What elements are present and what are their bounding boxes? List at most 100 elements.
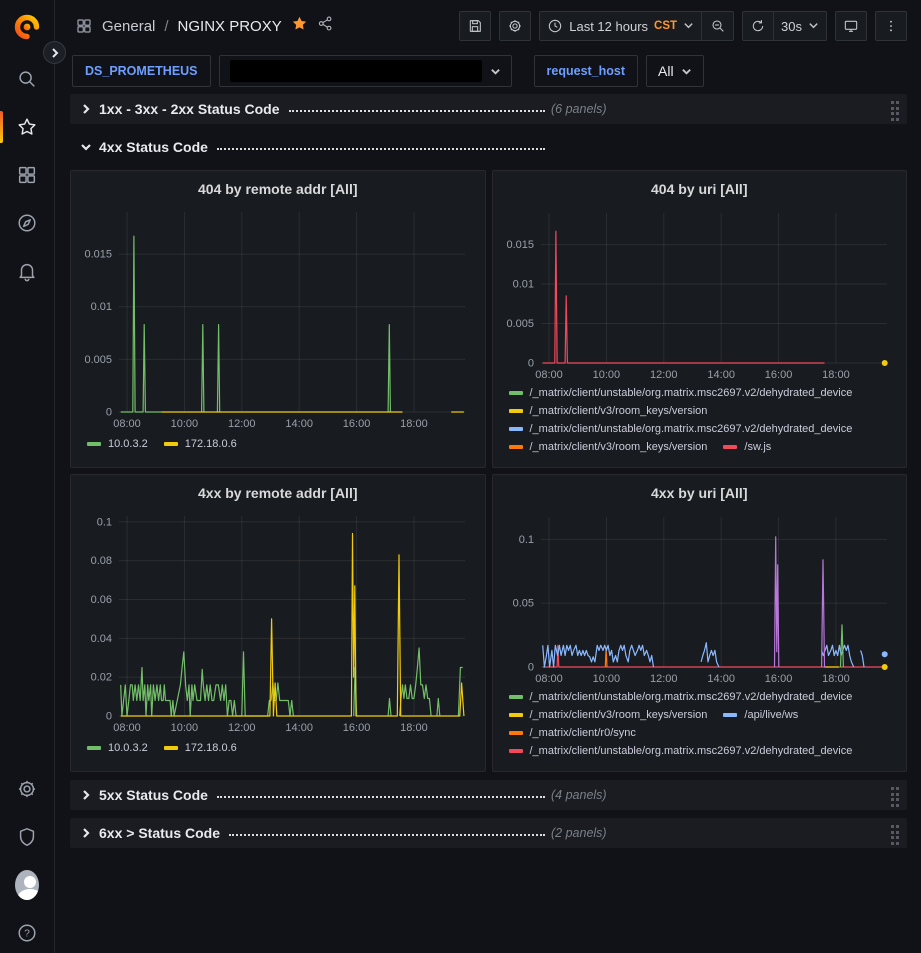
dashboard-settings-button[interactable] <box>499 11 531 41</box>
svg-text:18:00: 18:00 <box>400 418 428 430</box>
breadcrumb-folder[interactable]: General <box>102 18 155 35</box>
legend-item[interactable]: /_matrix/client/v3/room_keys/version <box>509 441 708 453</box>
zoom-out-time-button[interactable] <box>702 11 734 41</box>
legend-item[interactable]: /_matrix/client/unstable/org.matrix.msc2… <box>509 691 853 703</box>
legend-item[interactable]: /_matrix/client/unstable/org.matrix.msc2… <box>509 387 853 399</box>
legend-label: /_matrix/client/v3/room_keys/version <box>530 405 708 417</box>
refresh-icon <box>750 18 766 34</box>
panel-grid: 404 by remote addr [All] 08:0010:0012:00… <box>70 170 907 772</box>
kebab-menu-button[interactable] <box>875 11 907 41</box>
redacted-datasource-value <box>230 60 482 82</box>
top-nav: General / NGINX PROXY <box>55 0 921 52</box>
panel-404-by-uri: 404 by uri [All] 08:0010:0012:0014:0016:… <box>492 170 908 468</box>
svg-text:16:00: 16:00 <box>764 369 792 381</box>
legend-item[interactable]: 172.18.0.6 <box>164 438 237 450</box>
chevron-right-icon <box>49 47 61 59</box>
svg-text:0.06: 0.06 <box>91 594 112 606</box>
legend-item[interactable]: /_matrix/client/r0/sync <box>509 727 636 739</box>
datasource-variable-dropdown[interactable] <box>219 55 512 87</box>
cycle-view-mode-button[interactable] <box>835 11 867 41</box>
share-button[interactable] <box>317 15 334 37</box>
chevron-right-icon <box>79 826 93 840</box>
legend-color-swatch <box>509 749 523 753</box>
legend-color-swatch <box>509 409 523 413</box>
row-drag-handle[interactable] <box>891 101 900 121</box>
save-dashboard-button[interactable] <box>459 11 491 41</box>
svg-text:16:00: 16:00 <box>764 673 792 685</box>
legend-item[interactable]: /api/live/ws <box>723 709 798 721</box>
timeseries-chart[interactable]: 08:0010:0012:0014:0016:0018:0000.0050.01… <box>81 202 475 434</box>
chevron-down-icon <box>490 66 501 77</box>
sidebar-item-starred[interactable] <box>0 111 54 143</box>
refresh-interval-picker[interactable]: 30s <box>774 11 827 41</box>
grafana-logo-icon <box>13 13 41 41</box>
main-area: General / NGINX PROXY <box>55 0 921 953</box>
legend-color-swatch <box>509 731 523 735</box>
legend-color-swatch <box>87 746 101 750</box>
legend-color-swatch <box>509 713 523 717</box>
svg-text:0.01: 0.01 <box>512 279 533 291</box>
row-drag-handle[interactable] <box>891 825 900 845</box>
legend-item[interactable]: 172.18.0.6 <box>164 742 237 754</box>
row-header-6xx[interactable]: 6xx > Status Code (2 panels) <box>70 818 907 848</box>
share-icon <box>317 15 334 32</box>
legend-item[interactable]: /_matrix/client/v3/room_keys/version <box>509 405 708 417</box>
breadcrumb: General / NGINX PROXY <box>75 15 334 37</box>
chevron-down-icon <box>683 20 694 31</box>
svg-text:12:00: 12:00 <box>650 369 678 381</box>
svg-text:10:00: 10:00 <box>592 369 620 381</box>
panel-title[interactable]: 4xx by uri [All] <box>503 481 897 507</box>
request-host-variable-dropdown[interactable]: All <box>646 55 704 87</box>
chevron-down-icon <box>808 20 819 31</box>
star-icon <box>16 116 38 138</box>
svg-text:14:00: 14:00 <box>707 369 735 381</box>
legend-label: 172.18.0.6 <box>185 438 237 450</box>
chart-legend: 10.0.3.2 172.18.0.6 <box>81 434 475 461</box>
search-icon <box>16 68 38 90</box>
sidebar-item-server-admin[interactable] <box>15 825 39 849</box>
row-header-4xx[interactable]: 4xx Status Code <box>70 132 907 162</box>
panel-title[interactable]: 4xx by remote addr [All] <box>81 481 475 506</box>
monitor-icon <box>843 18 859 34</box>
svg-text:16:00: 16:00 <box>343 722 371 734</box>
request-host-variable-label: request_host <box>534 55 639 87</box>
legend-label: /_matrix/client/unstable/org.matrix.msc2… <box>530 691 853 703</box>
panel-title[interactable]: 404 by remote addr [All] <box>81 177 475 202</box>
legend-item[interactable]: /_matrix/client/unstable/org.matrix.msc2… <box>509 423 853 435</box>
sidebar-item-alerting[interactable] <box>0 255 54 287</box>
svg-text:12:00: 12:00 <box>650 673 678 685</box>
legend-label: 10.0.3.2 <box>108 742 148 754</box>
sidebar-item-configuration[interactable] <box>15 777 39 801</box>
favorite-star-button[interactable] <box>291 15 308 37</box>
timeseries-chart[interactable]: 08:0010:0012:0014:0016:0018:0000.050.1 <box>503 507 897 687</box>
timeseries-chart[interactable]: 08:0010:0012:0014:0016:0018:0000.0050.01… <box>503 203 897 383</box>
refresh-dashboard-button[interactable] <box>742 11 774 41</box>
legend-item[interactable]: /sw.js <box>723 441 771 453</box>
legend-label: /api/live/ws <box>744 709 798 721</box>
sidebar-item-dashboards[interactable] <box>0 159 54 191</box>
sidebar-expand-button[interactable] <box>43 41 66 64</box>
legend-item[interactable]: 10.0.3.2 <box>87 438 148 450</box>
chevron-down-icon <box>79 140 93 154</box>
svg-text:?: ? <box>24 929 30 940</box>
sidebar-item-explore[interactable] <box>0 207 54 239</box>
svg-text:0.005: 0.005 <box>506 318 534 330</box>
legend-item[interactable]: /_matrix/client/v3/room_keys/version <box>509 709 708 721</box>
row-drag-handle[interactable] <box>891 787 900 807</box>
legend-item[interactable]: /_matrix/client/unstable/org.matrix.msc2… <box>509 745 853 757</box>
sidebar-item-search[interactable] <box>0 63 54 95</box>
sidebar-item-profile[interactable] <box>15 873 39 897</box>
chart-legend: /_matrix/client/unstable/org.matrix.msc2… <box>503 687 897 765</box>
grafana-logo[interactable] <box>13 13 41 41</box>
row-header-1xx-3xx-2xx[interactable]: 1xx - 3xx - 2xx Status Code (6 panels) <box>70 94 907 124</box>
legend-label: 172.18.0.6 <box>185 742 237 754</box>
dashboard-title[interactable]: NGINX PROXY <box>178 18 282 35</box>
row-header-5xx[interactable]: 5xx Status Code (4 panels) <box>70 780 907 810</box>
time-range-picker[interactable]: Last 12 hours CST <box>539 11 702 41</box>
sidebar-item-help[interactable]: ? <box>15 921 39 945</box>
breadcrumb-separator: / <box>164 18 168 35</box>
legend-item[interactable]: 10.0.3.2 <box>87 742 148 754</box>
svg-text:16:00: 16:00 <box>343 418 371 430</box>
panel-title[interactable]: 404 by uri [All] <box>503 177 897 203</box>
timeseries-chart[interactable]: 08:0010:0012:0014:0016:0018:0000.020.040… <box>81 506 475 738</box>
